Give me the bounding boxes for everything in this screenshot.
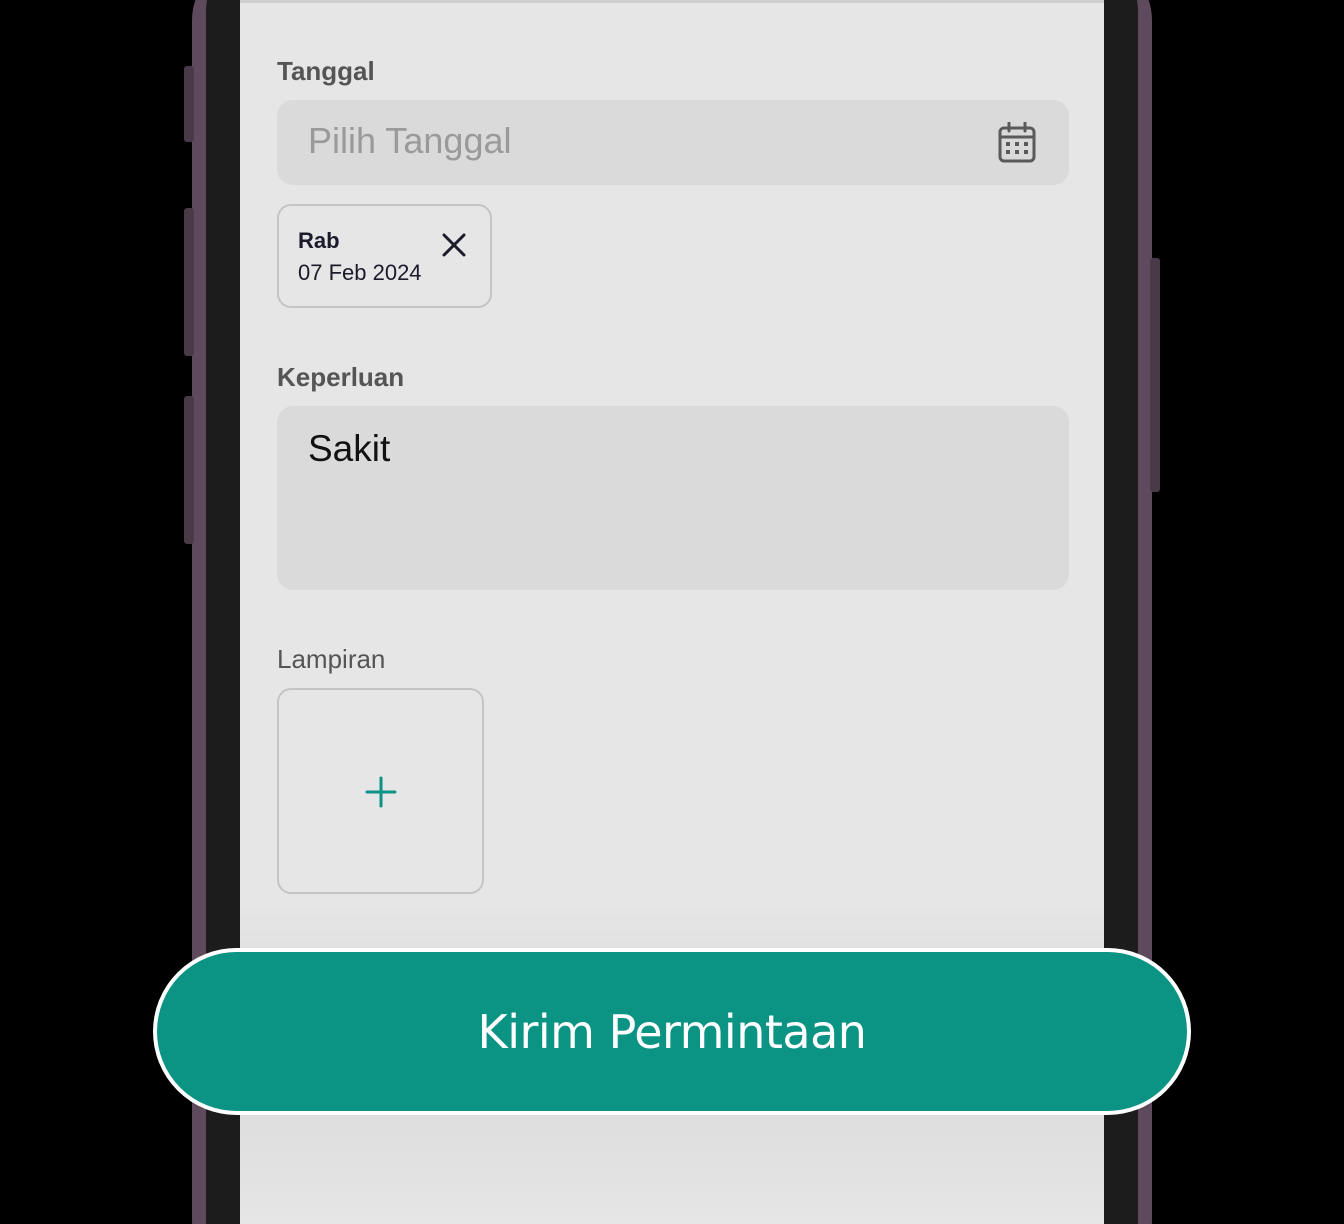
calendar-icon[interactable] xyxy=(997,122,1037,164)
app-stage: Tanggal Pilih Tanggal Rab 07 Feb 2024 Ke… xyxy=(0,0,1344,1224)
chip-date: 07 Feb 2024 xyxy=(298,260,422,285)
phone-side-button xyxy=(184,208,194,356)
chip-day: Rab xyxy=(298,228,340,253)
attachment-field-label: Lampiran xyxy=(277,644,386,674)
selected-date-chip: Rab 07 Feb 2024 xyxy=(277,204,492,308)
plus-icon xyxy=(365,776,397,808)
submit-button-label: Kirim Permintaan xyxy=(477,1004,867,1059)
reason-textarea[interactable]: Sakit xyxy=(277,406,1069,590)
date-placeholder: Pilih Tanggal xyxy=(308,120,512,161)
phone-side-button xyxy=(184,66,194,142)
reason-field-label: Keperluan xyxy=(277,362,405,392)
phone-side-button xyxy=(184,396,194,544)
top-divider xyxy=(240,0,1104,3)
date-picker-input[interactable]: Pilih Tanggal xyxy=(277,100,1069,185)
reason-value: Sakit xyxy=(308,428,391,469)
close-icon[interactable] xyxy=(439,230,469,260)
submit-request-button[interactable]: Kirim Permintaan xyxy=(153,948,1191,1115)
phone-side-button xyxy=(1150,258,1160,492)
date-field-label: Tanggal xyxy=(277,56,375,86)
add-attachment-button[interactable] xyxy=(277,688,484,894)
